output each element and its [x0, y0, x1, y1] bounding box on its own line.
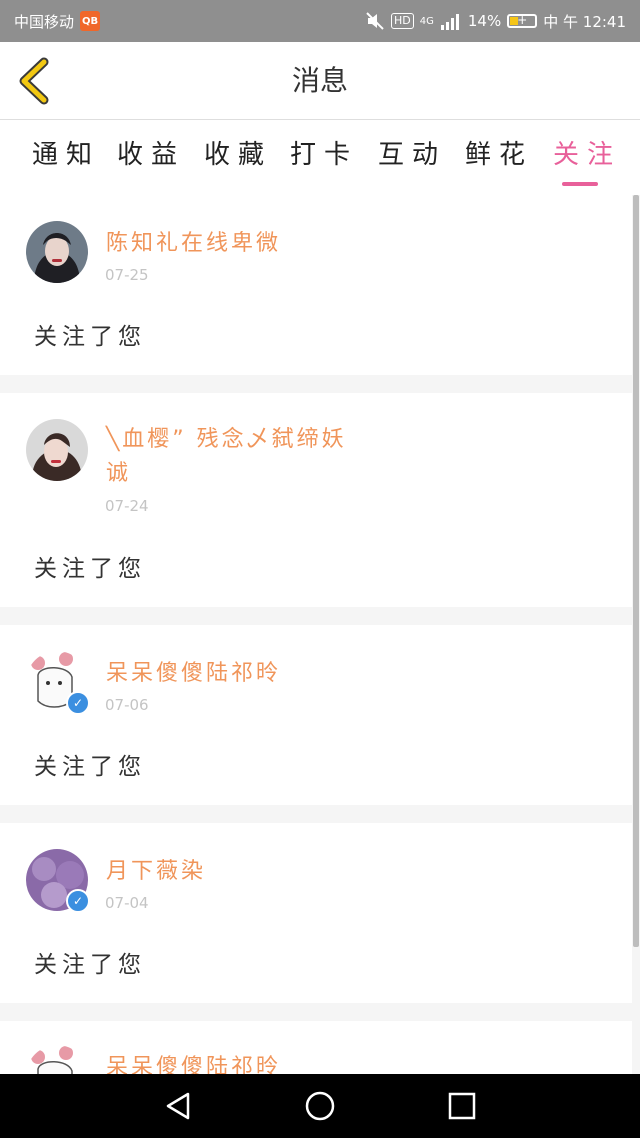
notification-card[interactable]: 陈知礼在线卑微 07-25 关注了您 — [0, 195, 632, 375]
username[interactable]: 呆呆傻傻陆祁昤 — [106, 1049, 281, 1077]
username[interactable]: 陈知礼在线卑微 — [106, 225, 281, 257]
network-type: 4G — [419, 15, 434, 27]
tab-earnings[interactable]: 收益 — [117, 134, 185, 171]
tab-notifications[interactable]: 通知 — [32, 134, 100, 171]
scrollbar[interactable] — [633, 195, 639, 947]
notification-message: 关注了您 — [34, 556, 146, 582]
carrier-app-icon: QB — [80, 11, 101, 31]
signal-icon — [440, 14, 459, 30]
notification-card[interactable]: ╲血樱” 残念乄弑缔妖 诚 07-24 关注了您 — [0, 393, 632, 607]
page-title: 消息 — [291, 64, 348, 97]
nav-recents-button[interactable] — [446, 1090, 478, 1122]
notification-date: 07-25 — [105, 266, 149, 284]
avatar[interactable] — [26, 1045, 88, 1077]
carrier-name: 中国移动 — [14, 12, 75, 31]
verified-badge-icon: ✓ — [66, 889, 90, 913]
tab-bar: 通知 收益 收藏 打卡 互动 鲜花 关注 — [0, 120, 640, 195]
mute-icon — [366, 12, 384, 30]
notification-card[interactable]: ✓ 月下薇染 07-04 关注了您 — [0, 823, 632, 1003]
tab-flowers[interactable]: 鲜花 — [465, 134, 533, 171]
square-recents-icon — [448, 1092, 476, 1120]
status-right: HD 4G 14% + 中 午 12:41 — [365, 11, 626, 32]
notification-date: 07-06 — [105, 696, 149, 714]
notification-message: 关注了您 — [34, 952, 146, 978]
hd-icon: HD — [391, 13, 414, 29]
notification-date: 07-24 — [105, 497, 149, 515]
username[interactable]: ╲血樱” 残念乄弑缔妖 — [106, 421, 347, 453]
username-line2[interactable]: 诚 — [106, 455, 131, 487]
tab-checkin[interactable]: 打卡 — [290, 134, 358, 171]
username[interactable]: 月下薇染 — [106, 853, 206, 885]
tab-following[interactable]: 关注 — [553, 134, 621, 171]
nav-home-button[interactable] — [304, 1090, 336, 1122]
triangle-back-icon — [166, 1092, 190, 1120]
avatar[interactable] — [26, 221, 88, 283]
notification-date: 07-04 — [105, 894, 149, 912]
tab-interactions[interactable]: 互动 — [378, 134, 446, 171]
clock: 中 午 12:41 — [543, 12, 626, 31]
avatar[interactable] — [26, 419, 88, 481]
active-tab-indicator — [562, 182, 598, 186]
notification-card[interactable]: 呆呆傻傻陆祁昤 — [0, 1021, 632, 1077]
nav-back-button[interactable] — [162, 1090, 194, 1122]
notification-message: 关注了您 — [34, 754, 146, 780]
notification-card[interactable]: ✓ 呆呆傻傻陆祁昤 07-06 关注了您 — [0, 625, 632, 805]
status-bar: 中国移动 QB HD 4G 14% + 中 午 12:41 — [0, 0, 640, 42]
battery-percent: 14% — [467, 12, 502, 30]
header: 消息 — [0, 42, 640, 120]
navigation-bar — [0, 1074, 640, 1138]
battery-icon: + — [507, 13, 538, 28]
verified-badge-icon: ✓ — [66, 691, 90, 715]
username[interactable]: 呆呆傻傻陆祁昤 — [106, 655, 281, 687]
circle-home-icon — [305, 1091, 335, 1121]
tab-favorites[interactable]: 收藏 — [204, 134, 272, 171]
status-left: 中国移动 QB — [14, 11, 101, 32]
notification-message: 关注了您 — [34, 324, 146, 350]
